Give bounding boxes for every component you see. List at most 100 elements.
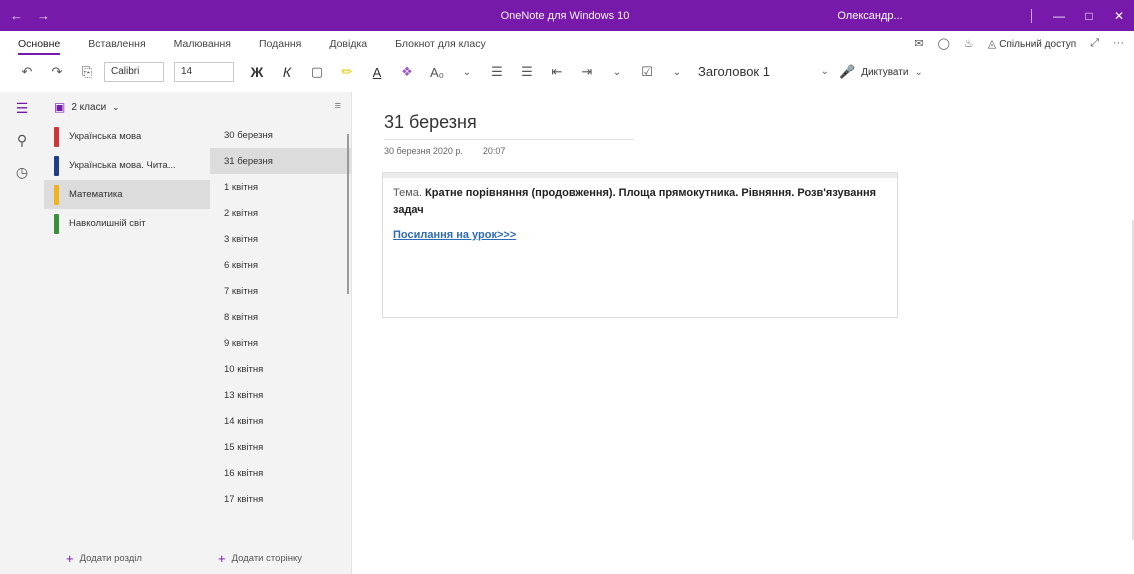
dictate-label: Диктувати: [861, 66, 909, 78]
page-meta: 30 березня 2020 р. 20:07: [384, 146, 505, 156]
eraser-icon[interactable]: ❖: [394, 59, 420, 85]
highlight-icon[interactable]: ✏: [334, 59, 360, 85]
tab-insert[interactable]: Вставлення: [88, 31, 145, 55]
page-item[interactable]: 7 квітня: [210, 278, 351, 304]
page-canvas[interactable]: 31 березня 30 березня 2020 р. 20:07 Тема…: [352, 92, 1134, 574]
tab-class-notebook[interactable]: Блокнот для класу: [395, 31, 486, 55]
notebook-name: 2 класи: [71, 101, 107, 113]
chevron-down-icon[interactable]: ⌄: [604, 59, 630, 85]
tab-view[interactable]: Подання: [259, 31, 301, 55]
note-container-handle[interactable]: [383, 173, 897, 178]
page-item[interactable]: 3 квітня: [210, 226, 351, 252]
notifications-icon[interactable]: ✉: [914, 37, 923, 50]
section-item-ukrainian[interactable]: Українська мова: [44, 122, 210, 151]
chevron-down-icon: ⌄: [820, 66, 829, 77]
italic-button[interactable]: К: [274, 59, 300, 85]
title-separator: [1031, 8, 1032, 23]
lightbulb-icon[interactable]: ◯: [938, 37, 950, 50]
chevron-down-icon: ⌄: [112, 101, 120, 112]
page-item[interactable]: 16 квітня: [210, 460, 351, 486]
tab-help[interactable]: Довідка: [329, 31, 367, 55]
user-account[interactable]: Олександр...: [820, 10, 920, 22]
checkbox-icon[interactable]: ☑: [634, 59, 660, 85]
section-label: Математика: [69, 189, 123, 200]
bullets-icon[interactable]: ☰: [484, 59, 510, 85]
chevron-down-icon: ⌄: [914, 66, 923, 78]
chevron-down-icon[interactable]: ⌄: [454, 59, 480, 85]
back-arrow-icon[interactable]: ←: [10, 8, 23, 23]
section-color-tab: [54, 126, 59, 147]
format-toolbar: ↶ ↷ ⎘ Calibri 14 Ж К ▢ ✏ A ❖ A₀ ⌄ ☰ ☰ ⇤ …: [0, 55, 1134, 89]
close-icon[interactable]: ✕: [1104, 9, 1134, 23]
search-icon[interactable]: ⚲: [0, 124, 44, 156]
recent-clock-icon[interactable]: ◷: [0, 156, 44, 188]
title-nav: ← →: [0, 8, 120, 23]
note-container[interactable]: Тема. Кратне порівняння (продовження). П…: [382, 172, 898, 318]
font-size-select[interactable]: 14: [174, 62, 234, 82]
redo-icon[interactable]: ↷: [44, 59, 70, 85]
add-section-button[interactable]: + Додати розділ: [66, 551, 142, 566]
tab-home[interactable]: Основне: [18, 31, 61, 55]
page-time: 20:07: [482, 146, 506, 156]
notebook-selector[interactable]: ▣ 2 класи ⌄: [44, 92, 210, 122]
outdent-icon[interactable]: ⇤: [544, 59, 570, 85]
bold-button[interactable]: Ж: [244, 59, 270, 85]
page-item[interactable]: 30 березня: [210, 122, 351, 148]
add-page-button[interactable]: + Додати сторінку: [218, 551, 302, 566]
add-section-label: Додати розділ: [79, 553, 142, 564]
page-title[interactable]: 31 березня: [384, 112, 634, 140]
page-item[interactable]: 2 квітня: [210, 200, 351, 226]
underline-icon[interactable]: ▢: [304, 59, 330, 85]
page-item[interactable]: 31 березня: [210, 148, 351, 174]
page-item[interactable]: 1 квітня: [210, 174, 351, 200]
section-item-math[interactable]: Математика: [44, 180, 210, 209]
maximize-icon[interactable]: □: [1074, 9, 1104, 23]
page-item[interactable]: 9 квітня: [210, 330, 351, 356]
page-item[interactable]: 13 квітня: [210, 382, 351, 408]
share-icon: ◬: [987, 37, 997, 50]
indent-icon[interactable]: ⇥: [574, 59, 600, 85]
more-icon[interactable]: ···: [1113, 37, 1124, 49]
minimize-icon[interactable]: —: [1044, 9, 1074, 23]
dictate-button[interactable]: 🎤 Диктувати ⌄: [839, 64, 923, 80]
plus-icon: +: [218, 551, 226, 566]
share-button[interactable]: ◬ Спільний доступ: [988, 37, 1076, 50]
note-text[interactable]: Тема. Кратне порівняння (продовження). П…: [393, 185, 887, 219]
undo-icon[interactable]: ↶: [14, 59, 40, 85]
page-item[interactable]: 10 квітня: [210, 356, 351, 382]
sort-icon[interactable]: ≡: [335, 100, 341, 112]
forward-arrow-icon[interactable]: →: [37, 8, 50, 23]
style-select[interactable]: Заголовок 1 ⌄: [694, 61, 829, 83]
text-effects-icon[interactable]: A₀: [424, 59, 450, 85]
lesson-link[interactable]: Посилання на урок>>>: [393, 229, 516, 241]
plus-icon: +: [66, 551, 74, 566]
notebook-icon: ▣: [54, 100, 66, 114]
clipboard-icon[interactable]: ⎘: [74, 59, 100, 85]
pages-scrollbar[interactable]: [347, 134, 349, 294]
app-title: OneNote для Windows 10: [500, 9, 630, 22]
style-label: Заголовок 1: [698, 64, 770, 79]
font-name-select[interactable]: Calibri: [104, 62, 164, 82]
chevron-down-icon[interactable]: ⌄: [664, 59, 690, 85]
numbering-icon[interactable]: ☰: [514, 59, 540, 85]
section-label: Навколишній світ: [69, 218, 146, 229]
page-item[interactable]: 17 квітня: [210, 486, 351, 512]
section-color-tab: [54, 213, 59, 234]
font-color-icon[interactable]: A: [364, 59, 390, 85]
title-bar: ← → OneNote для Windows 10 Олександр... …: [0, 0, 1134, 31]
section-color-tab: [54, 155, 59, 176]
section-item-ukrainian-reading[interactable]: Українська мова. Чита...: [44, 151, 210, 180]
page-item[interactable]: 15 квітня: [210, 434, 351, 460]
left-rail: ☰ ⚲ ◷: [0, 92, 44, 574]
page-item[interactable]: 14 квітня: [210, 408, 351, 434]
expand-icon[interactable]: ⤢: [1090, 37, 1099, 50]
section-item-world[interactable]: Навколишній світ: [44, 209, 210, 238]
page-item[interactable]: 6 квітня: [210, 252, 351, 278]
section-label: Українська мова. Чита...: [69, 160, 176, 171]
share-label: Спільний доступ: [999, 38, 1077, 50]
page-item[interactable]: 8 квітня: [210, 304, 351, 330]
bell-icon[interactable]: ♨: [964, 37, 974, 50]
notebooks-icon[interactable]: ☰: [0, 92, 44, 124]
tab-draw[interactable]: Малювання: [174, 31, 231, 55]
note-label: Тема.: [393, 187, 422, 199]
